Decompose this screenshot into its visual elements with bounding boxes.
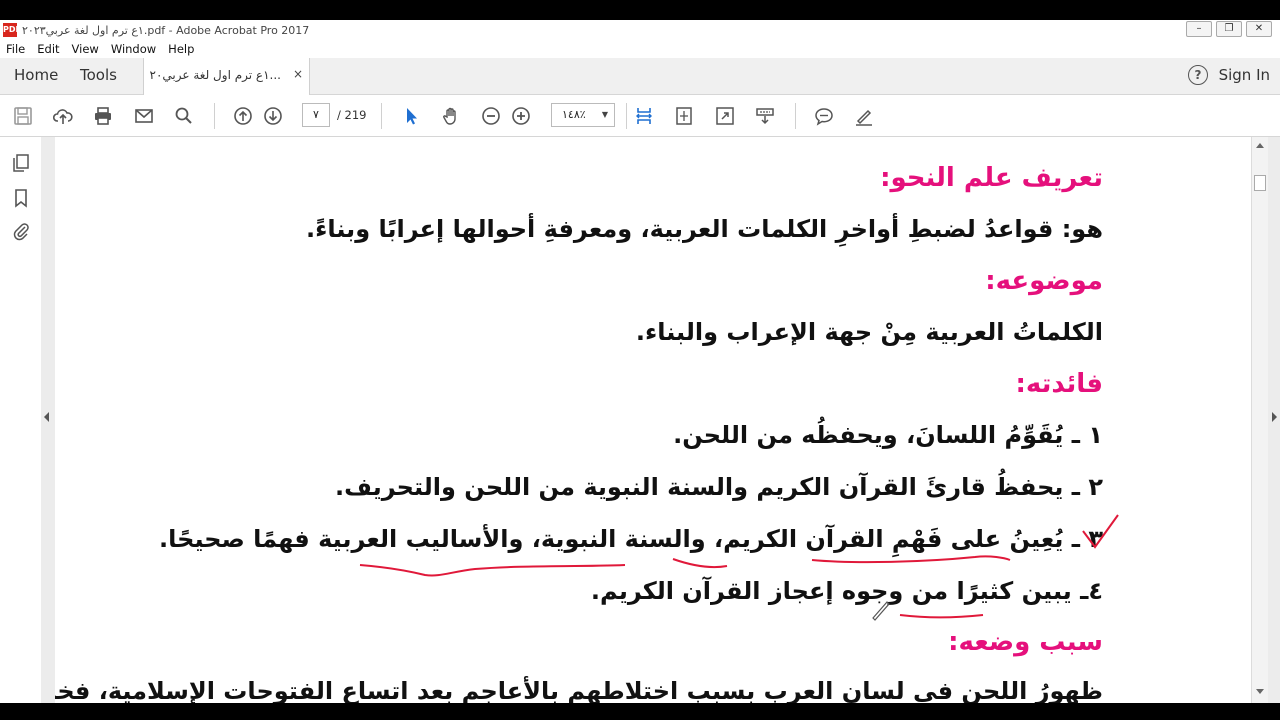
scroll-down-icon[interactable] (1256, 689, 1264, 694)
window-controls: – ❐ ✕ (1186, 21, 1272, 37)
pdf-app-icon: PDF (3, 23, 21, 37)
page-total: / 219 (337, 108, 367, 122)
menu-help[interactable]: Help (168, 42, 194, 56)
heading-benefits: فائدته: (1015, 369, 1104, 399)
document-page: تعريف علم النحو: هو: قواعدُ لضبطِ أواخرِ… (55, 137, 1251, 703)
benefit-item-3: ٣ ـ يُعِينُ على فَهْمِ القرآن الكريم، وا… (159, 525, 1103, 553)
underline-annotation-1 (359, 564, 626, 577)
screen-top-edge (0, 0, 1280, 20)
tab-document[interactable]: ١ع ترم اول لغة عربي٢٠... × (143, 58, 310, 95)
pages-icon[interactable] (10, 152, 32, 174)
read-mode-icon[interactable] (754, 105, 776, 127)
save-icon[interactable] (12, 105, 34, 127)
vertical-scrollbar[interactable] (1251, 137, 1269, 703)
underline-annotation-3 (811, 555, 1011, 564)
tab-tools[interactable]: Tools (80, 66, 117, 84)
toolbar-separator (626, 103, 627, 129)
restore-button[interactable]: ❐ (1216, 21, 1242, 37)
benefit-item-4: ٤ـ يبين كثيرًا من وجوه إعجاز القرآن الكر… (590, 577, 1103, 605)
zoom-out-icon[interactable] (480, 105, 502, 127)
menu-window[interactable]: Window (111, 42, 156, 56)
toolbar-separator (381, 103, 382, 129)
search-icon[interactable] (173, 105, 195, 127)
fit-width-icon[interactable] (633, 105, 655, 127)
heading-definition: تعريف علم النحو: (880, 163, 1103, 193)
scroll-thumb[interactable] (1254, 175, 1266, 191)
definition-text: هو: قواعدُ لضبطِ أواخرِ الكلمات العربية،… (305, 215, 1103, 243)
select-cursor-icon[interactable] (400, 105, 422, 127)
help-icon[interactable]: ? (1188, 65, 1208, 85)
upload-icon[interactable] (52, 105, 74, 127)
minimize-button[interactable]: – (1186, 21, 1212, 37)
scroll-up-icon[interactable] (1256, 143, 1264, 148)
underline-annotation-4 (899, 614, 984, 619)
page-down-icon[interactable] (262, 105, 284, 127)
page-number-input[interactable]: ٧ (302, 103, 330, 127)
underline-annotation-2 (672, 558, 728, 569)
zoom-select[interactable]: ١٤٨٪ ▼ (551, 103, 615, 127)
heading-subject: موضوعه: (985, 266, 1103, 296)
comment-icon[interactable] (813, 105, 835, 127)
menu-edit[interactable]: Edit (37, 42, 59, 56)
heading-reason: سبب وضعه: (948, 627, 1103, 657)
window-title: ١ع ترم اول لغة عربي٢٠٢٣.pdf - Adobe Acro… (22, 23, 310, 37)
screen-bottom-edge (0, 703, 1280, 720)
left-navigation-panel (0, 137, 42, 703)
close-tab-icon[interactable]: × (293, 67, 303, 81)
fullscreen-icon[interactable] (714, 105, 736, 127)
chevron-down-icon: ▼ (601, 110, 608, 119)
chevron-left-icon (44, 412, 49, 422)
toolbar: ٧ / 219 ١٤٨٪ ▼ (0, 95, 1280, 137)
attachment-icon[interactable] (10, 220, 32, 242)
subject-text: الكلماتُ العربية مِنْ جهة الإعراب والبنا… (635, 318, 1103, 346)
zoom-in-icon[interactable] (510, 105, 532, 127)
menu-bar: File Edit View Window Help (0, 40, 1280, 58)
toolbar-separator (795, 103, 796, 129)
hand-icon[interactable] (440, 105, 462, 127)
highlight-pen-icon[interactable] (853, 105, 875, 127)
benefit-item-1: ١ ـ يُقَوِّمُ اللسانَ، ويحفظُه من اللحن. (673, 421, 1103, 449)
zoom-value: ١٤٨٪ (562, 108, 586, 121)
close-window-button[interactable]: ✕ (1246, 21, 1272, 37)
sign-in-link[interactable]: Sign In (1219, 66, 1270, 84)
benefit-item-2: ٢ ـ يحفظُ قارئَ القرآن الكريم والسنة الن… (335, 473, 1103, 501)
reason-text: ظهورُ اللحن في لسان العرب بسبب اختلاطهم … (55, 677, 1103, 703)
tab-home[interactable]: Home (14, 66, 58, 84)
title-bar: PDF ١ع ترم اول لغة عربي٢٠٢٣.pdf - Adobe … (0, 20, 1280, 40)
page-up-icon[interactable] (232, 105, 254, 127)
menu-file[interactable]: File (6, 42, 25, 56)
tab-bar: Home Tools ١ع ترم اول لغة عربي٢٠... × ? … (0, 58, 1280, 95)
fit-page-icon[interactable] (673, 105, 695, 127)
document-tab-label: ١ع ترم اول لغة عربي٢٠... (149, 68, 281, 82)
menu-view[interactable]: View (72, 42, 99, 56)
chevron-right-icon (1272, 412, 1277, 422)
toolbar-separator (214, 103, 215, 129)
mail-icon[interactable] (133, 105, 155, 127)
bookmark-icon[interactable] (10, 187, 32, 209)
right-panel-collapse[interactable] (1268, 137, 1280, 703)
left-panel-collapse[interactable] (41, 137, 55, 703)
print-icon[interactable] (92, 105, 114, 127)
